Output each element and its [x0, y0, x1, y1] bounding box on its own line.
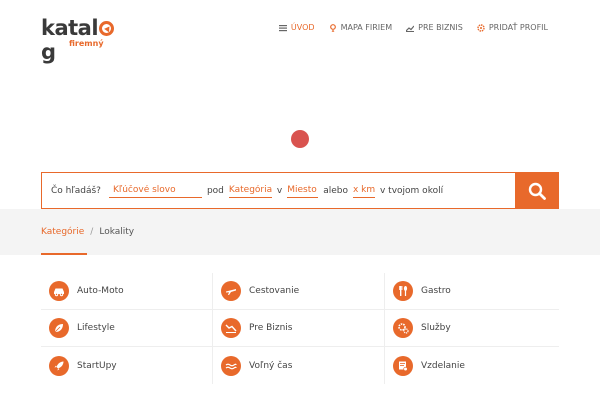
- breadcrumb: Kategórie / Lokality: [41, 227, 134, 237]
- search-button[interactable]: [515, 172, 559, 209]
- chart-icon: [221, 318, 241, 338]
- nav-item-label: PRIDAŤ PROFIL: [488, 23, 548, 32]
- category-grid: Auto-Moto Cestovanie Gastro Lifestyle Pr…: [41, 273, 559, 384]
- chart-icon: [406, 25, 415, 32]
- category-label: Služby: [421, 323, 451, 333]
- category-startupy[interactable]: StartUpy: [41, 347, 213, 384]
- category-label: Cestovanie: [249, 286, 300, 296]
- list-icon: [278, 24, 287, 31]
- category-pre-biznis[interactable]: Pre Biznis: [213, 310, 385, 346]
- category-auto-moto[interactable]: Auto-Moto: [41, 273, 213, 309]
- map-pin-icon: [329, 23, 336, 32]
- tab-lokality[interactable]: Lokality: [99, 227, 134, 237]
- category-label: Vzdelanie: [421, 360, 465, 371]
- search-icon: [528, 182, 546, 200]
- distance-input[interactable]: [353, 183, 375, 198]
- category-label: StartUpy: [77, 360, 117, 371]
- breadcrumb-band: Kategórie / Lokality: [0, 209, 600, 255]
- gears-icon: [393, 318, 413, 338]
- nav-item-label: PRE BIZNIS: [418, 23, 463, 32]
- category-label: Voľný čas: [249, 360, 293, 371]
- loading-indicator: [291, 130, 309, 148]
- keyword-input[interactable]: [108, 183, 202, 198]
- category-label: Auto-Moto: [77, 286, 124, 296]
- category-label: Gastro: [421, 286, 451, 296]
- gear-plus-icon: [477, 23, 485, 32]
- rocket-icon: [49, 355, 69, 376]
- leaf-icon: [49, 318, 69, 338]
- breadcrumb-separator: /: [90, 227, 94, 237]
- search-sentence: Čo hľadáš? pod v alebo v tvojom okolí: [42, 173, 448, 208]
- search-word-pod: pod: [206, 185, 224, 196]
- category-row: Auto-Moto Cestovanie Gastro: [41, 273, 559, 310]
- search-prefix: Čo hľadáš?: [51, 185, 101, 196]
- search-word-alebo: alebo: [323, 185, 348, 196]
- category-select[interactable]: [228, 183, 272, 198]
- main-nav: ÚVOD MAPA FIRIEM PRE BIZNIS PRIDAŤ PROFI…: [278, 23, 548, 32]
- active-tab-underline: [41, 253, 87, 255]
- category-label: Pre Biznis: [249, 323, 293, 333]
- nav-item-mapa-firiem[interactable]: MAPA FIRIEM: [329, 23, 393, 32]
- search-suffix: v tvojom okolí: [380, 185, 444, 196]
- category-volny-cas[interactable]: Voľný čas: [213, 347, 385, 384]
- category-row: StartUpy Voľný čas Vzdelanie: [41, 347, 559, 384]
- certificate-icon: [393, 355, 413, 376]
- category-row: Lifestyle Pre Biznis Služby: [41, 310, 559, 347]
- site-header: katalg firemný ÚVOD MAPA FIRIEM PRE BIZN…: [0, 0, 600, 64]
- car-icon: [49, 281, 69, 301]
- search-word-v: v: [276, 185, 283, 196]
- logo-subtitle: firemný: [69, 39, 104, 48]
- category-vzdelanie[interactable]: Vzdelanie: [385, 347, 557, 384]
- waves-icon: [221, 355, 241, 376]
- tab-kategorie[interactable]: Kategórie: [41, 227, 84, 237]
- plane-icon: [221, 281, 241, 301]
- nav-item-label: ÚVOD: [290, 23, 315, 32]
- logo-compass-icon: [99, 21, 115, 36]
- category-gastro[interactable]: Gastro: [385, 273, 557, 309]
- category-lifestyle[interactable]: Lifestyle: [41, 310, 213, 346]
- nav-item-pre-biznis[interactable]: PRE BIZNIS: [406, 23, 463, 32]
- cutlery-icon: [393, 281, 413, 301]
- site-logo[interactable]: katalg firemný: [41, 16, 116, 64]
- place-input[interactable]: [287, 183, 319, 198]
- search-form: Čo hľadáš? pod v alebo v tvojom okolí: [41, 172, 559, 209]
- category-sluzby[interactable]: Služby: [385, 310, 557, 346]
- category-cestovanie[interactable]: Cestovanie: [213, 273, 385, 309]
- nav-item-uvod[interactable]: ÚVOD: [278, 23, 315, 32]
- category-label: Lifestyle: [77, 323, 115, 333]
- nav-item-label: MAPA FIRIEM: [340, 23, 393, 32]
- nav-item-pridat-profil[interactable]: PRIDAŤ PROFIL: [477, 23, 548, 32]
